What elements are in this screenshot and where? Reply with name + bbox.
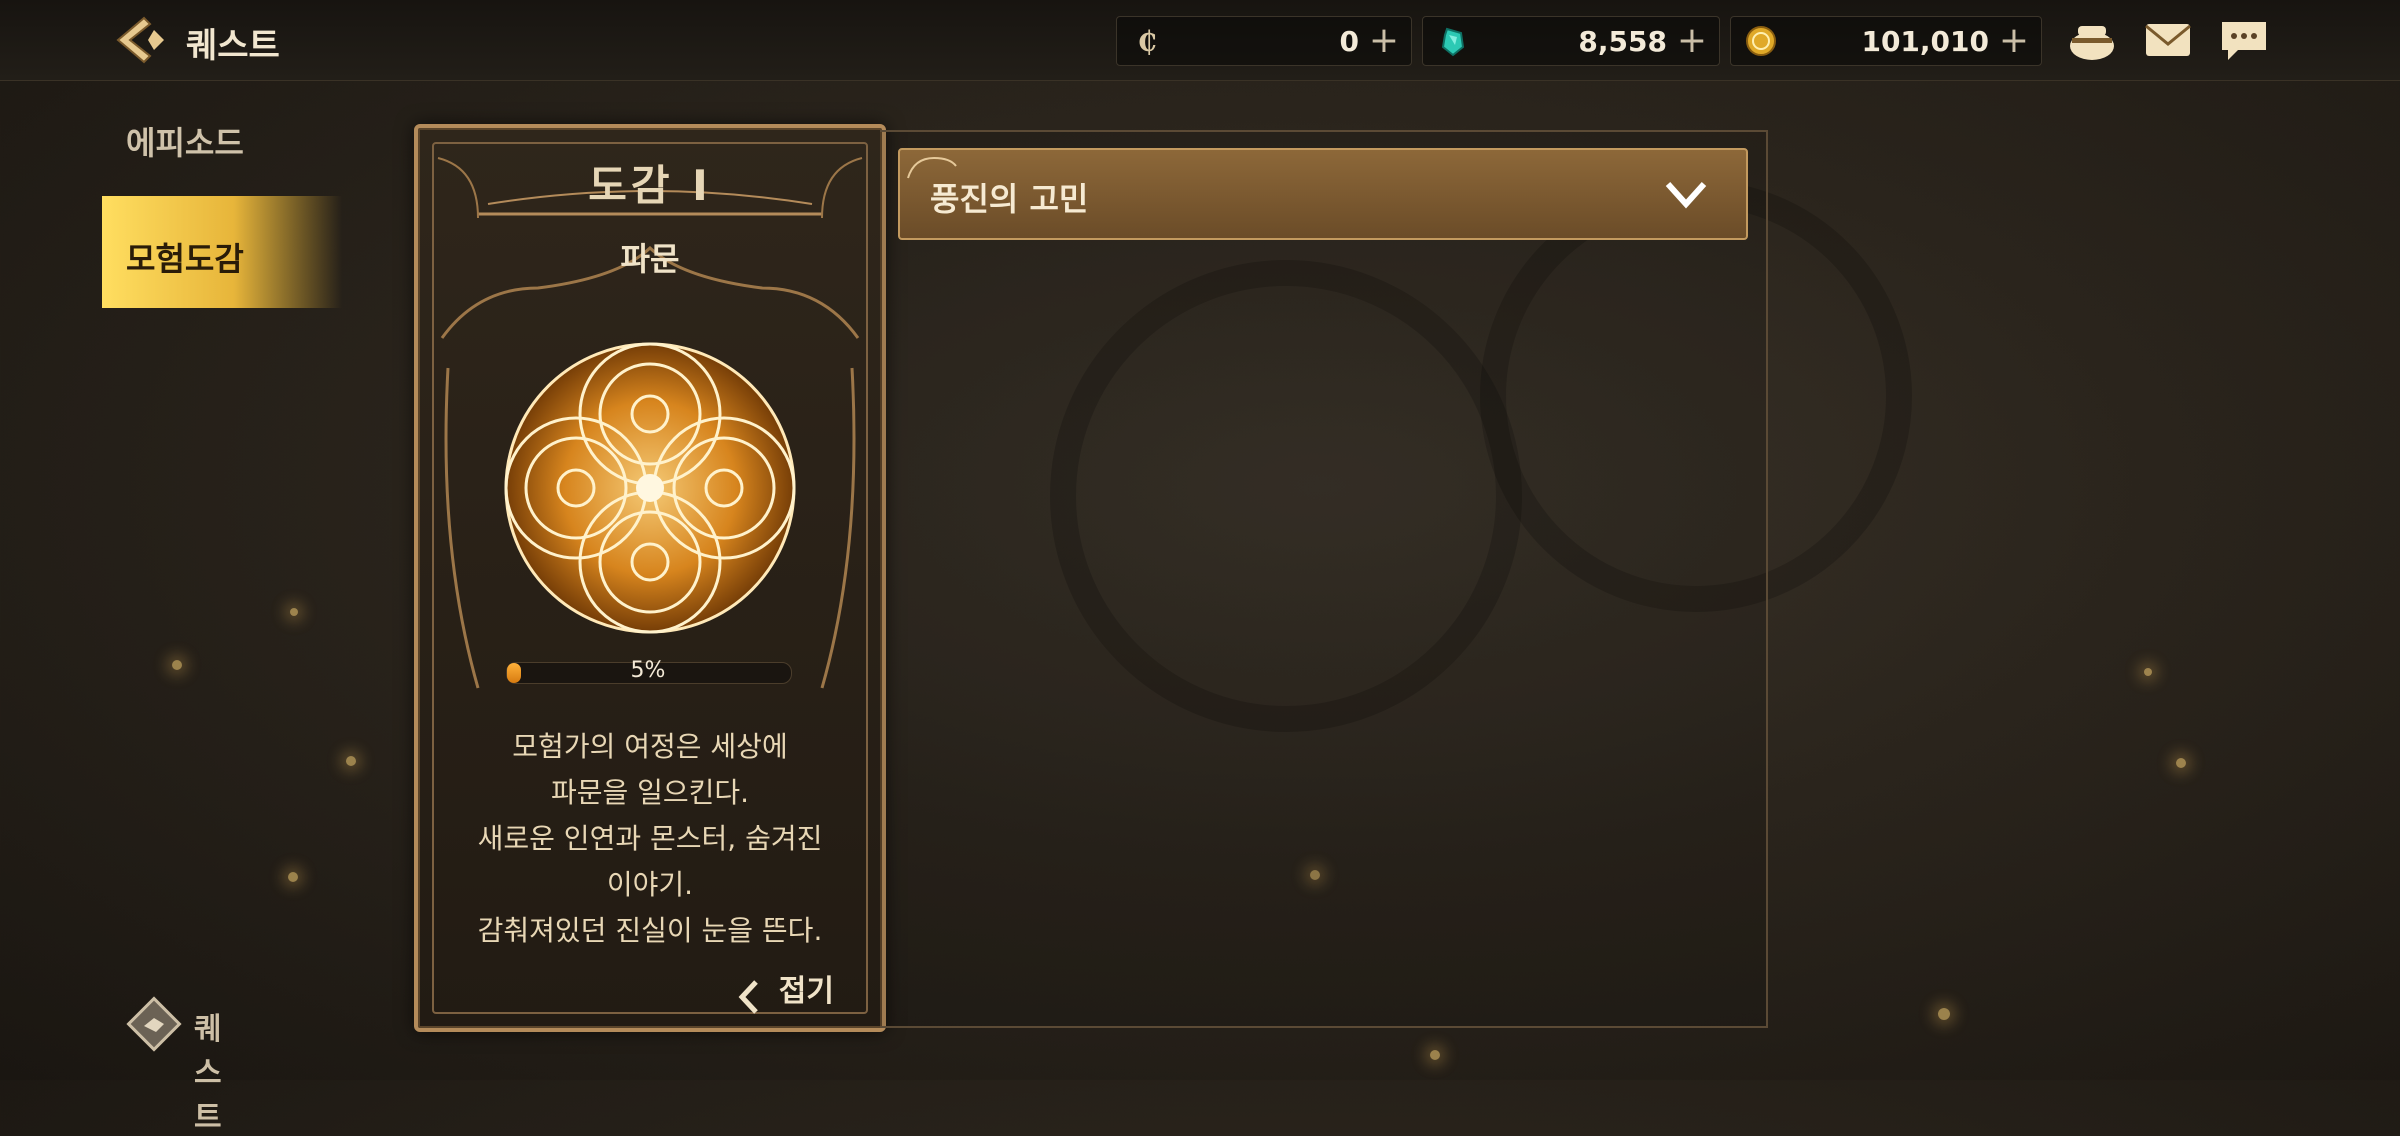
description-line: 감춰져있던 진실이 눈을 뜬다. <box>477 914 823 947</box>
progress-percent: 5% <box>630 658 666 683</box>
firefly-light <box>290 608 298 616</box>
codex-card: 도감 Ⅰ 파문 5% 모험가의 여정은 세상에 파문을 일으킨다. 새로운 인연… <box>414 124 886 1032</box>
currency-gold-add-button[interactable]: + <box>1999 21 2029 61</box>
episode-dropdown[interactable]: 풍진의 고민 <box>898 148 1748 240</box>
ripple-emblem-icon <box>504 342 796 634</box>
gold-coin-icon <box>1746 26 1776 56</box>
firefly-light <box>172 660 182 670</box>
currency-c-add-button[interactable]: + <box>1369 21 1399 61</box>
firefly-light <box>2176 758 2186 768</box>
description-line: 이야기. <box>606 868 694 901</box>
chevron-left-icon <box>738 979 758 1014</box>
quest-scroll-icon <box>126 996 182 1052</box>
pouch-icon <box>2070 26 2114 60</box>
mail-icon <box>2145 24 2191 56</box>
content-panel <box>880 130 1768 1028</box>
firefly-light <box>1938 1008 1950 1020</box>
sidebar-item-adventure-codex[interactable]: 모험도감 <box>102 196 342 308</box>
description-line: 모험가의 여정은 세상에 <box>512 730 788 763</box>
page-title: 퀘스트 <box>186 26 280 66</box>
card-description: 모험가의 여정은 세상에 파문을 일으킨다. 새로운 인연과 몬스터, 숨겨진 … <box>438 724 862 954</box>
sidebar-item-label: 모험도감 <box>126 240 244 278</box>
mail-button[interactable] <box>2140 14 2196 66</box>
currency-gem-box: 8,558 + <box>1422 16 1720 66</box>
chat-button[interactable] <box>2216 14 2272 66</box>
currency-gem-add-button[interactable]: + <box>1677 21 1707 61</box>
currency-gold-value: 101,010 <box>1861 25 1989 58</box>
sidebar-item-episode[interactable]: 에피소드 <box>102 82 342 194</box>
currency-gold-box: 101,010 + <box>1730 16 2042 66</box>
footer-quest-button[interactable]: 퀘스트 <box>126 996 222 1135</box>
back-arrow-icon <box>116 16 164 64</box>
currency-gem-value: 8,558 <box>1578 25 1667 58</box>
chevron-down-icon <box>1665 181 1707 209</box>
pouch-button[interactable] <box>2064 14 2120 66</box>
top-bar: 퀘스트 ₵ 0 + 8,558 + 101,010 + <box>0 0 2400 81</box>
description-line: 파문을 일으킨다. <box>550 776 750 809</box>
collapse-button[interactable]: 접기 <box>738 966 834 1014</box>
back-button[interactable] <box>110 14 170 66</box>
sidebar-item-label: 에피소드 <box>126 124 244 162</box>
chat-icon <box>2222 22 2266 60</box>
firefly-light <box>346 756 356 766</box>
currency-c-box: ₵ 0 + <box>1116 16 1412 66</box>
card-subtitle: 파문 <box>620 240 680 278</box>
firefly-light <box>288 872 298 882</box>
description-line: 새로운 인연과 몬스터, 숨겨진 <box>477 822 823 855</box>
svg-text:₵: ₵ <box>1137 25 1156 57</box>
collapse-label: 접기 <box>778 974 834 1009</box>
dropdown-label: 풍진의 고민 <box>930 180 1089 218</box>
gem-icon <box>1441 27 1465 57</box>
coin-c-icon: ₵ <box>1137 25 1156 57</box>
footer-quest-label: 퀘스트 <box>194 1012 222 1135</box>
firefly-light <box>1430 1050 1440 1060</box>
currency-c-value: 0 <box>1339 25 1359 58</box>
firefly-light <box>2144 668 2152 676</box>
card-title: 도감 Ⅰ <box>588 161 712 210</box>
